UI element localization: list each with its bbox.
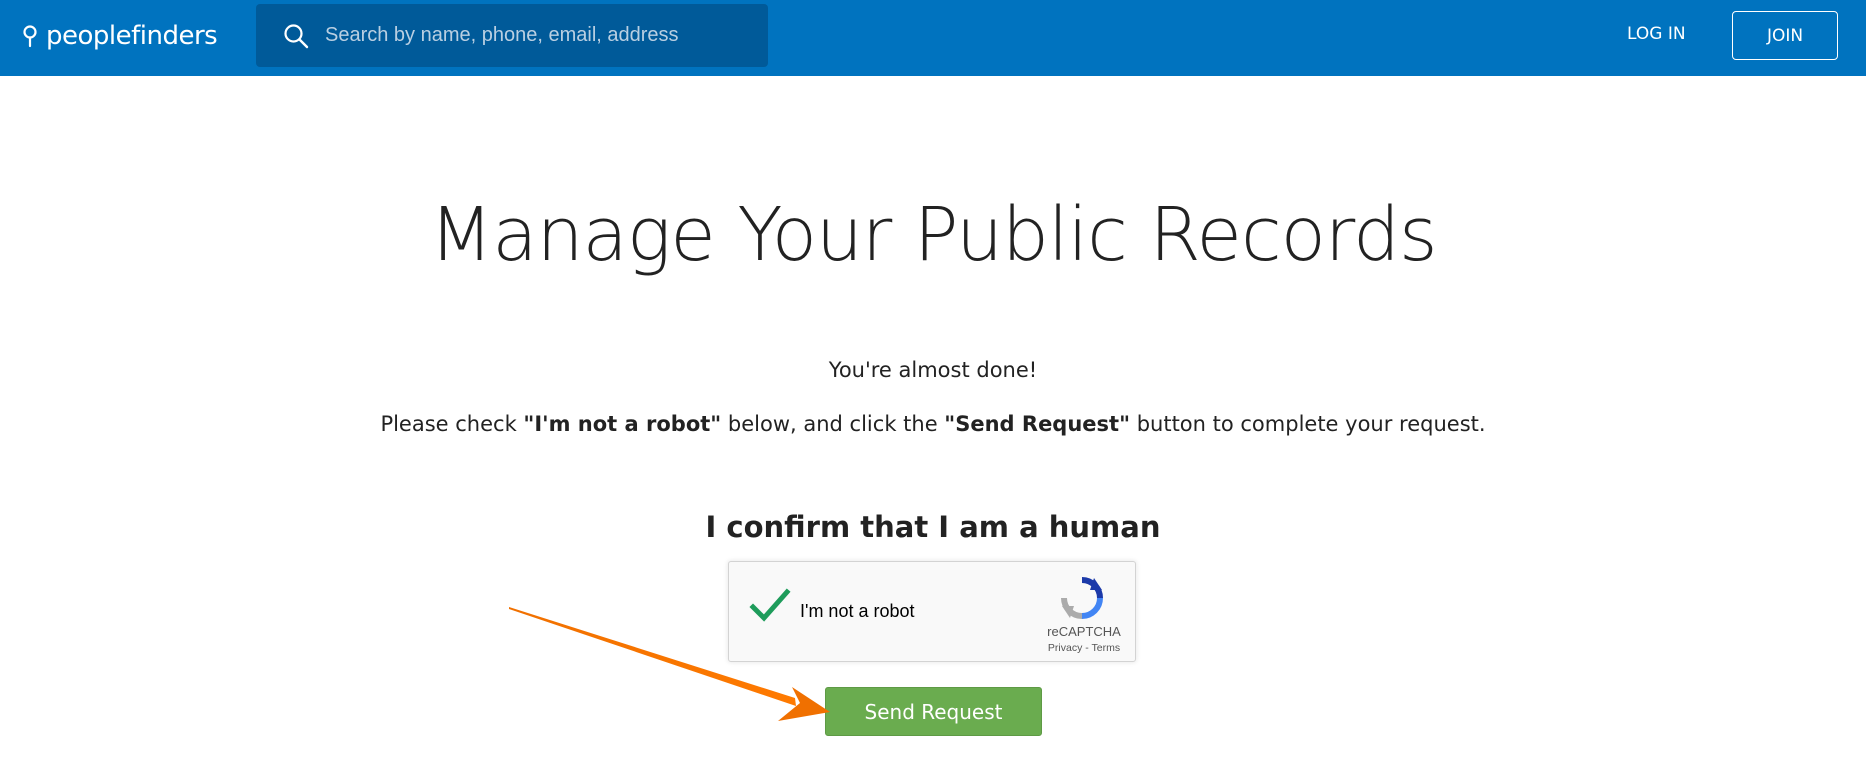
- recaptcha-widget: I'm not a robot reCAPTCHA Privacy - Term…: [728, 561, 1136, 662]
- site-logo[interactable]: peoplefinders: [22, 16, 218, 56]
- instructions-part-2: below, and click the: [721, 412, 945, 436]
- recaptcha-links: Privacy - Terms: [1034, 642, 1134, 654]
- recaptcha-label[interactable]: I'm not a robot: [800, 601, 915, 622]
- recaptcha-brand: reCAPTCHA: [1047, 624, 1121, 639]
- checkmark-icon[interactable]: [749, 588, 791, 624]
- privacy-link[interactable]: Privacy: [1048, 642, 1082, 654]
- instructions-part-1: Please check: [380, 412, 524, 436]
- page-title: Manage Your Public Records: [429, 192, 1437, 278]
- instructions-part-3: button to complete your request.: [1130, 412, 1486, 436]
- confirm-heading: I confirm that I am a human: [705, 510, 1161, 544]
- instructions-bold-robot: "I'm not a robot": [523, 412, 722, 436]
- location-pin-icon: [23, 25, 37, 48]
- almost-done-text: You're almost done!: [828, 358, 1038, 382]
- logo-text: peoplefinders: [46, 21, 218, 51]
- top-header: peoplefinders LOG IN JOIN: [0, 0, 1866, 76]
- instructions-bold-send: "Send Request": [944, 412, 1131, 436]
- search-input[interactable]: [325, 15, 745, 56]
- search-icon: [284, 23, 309, 48]
- terms-link[interactable]: Terms: [1092, 642, 1121, 654]
- send-request-button[interactable]: Send Request: [825, 687, 1042, 736]
- links-separator: -: [1082, 642, 1092, 654]
- instructions-text: Please check "I'm not a robot" below, an…: [0, 412, 1866, 436]
- search-bar[interactable]: [256, 4, 768, 67]
- login-link[interactable]: LOG IN: [1627, 24, 1686, 44]
- recaptcha-logo-icon: [1061, 577, 1103, 619]
- join-button[interactable]: JOIN: [1732, 11, 1838, 60]
